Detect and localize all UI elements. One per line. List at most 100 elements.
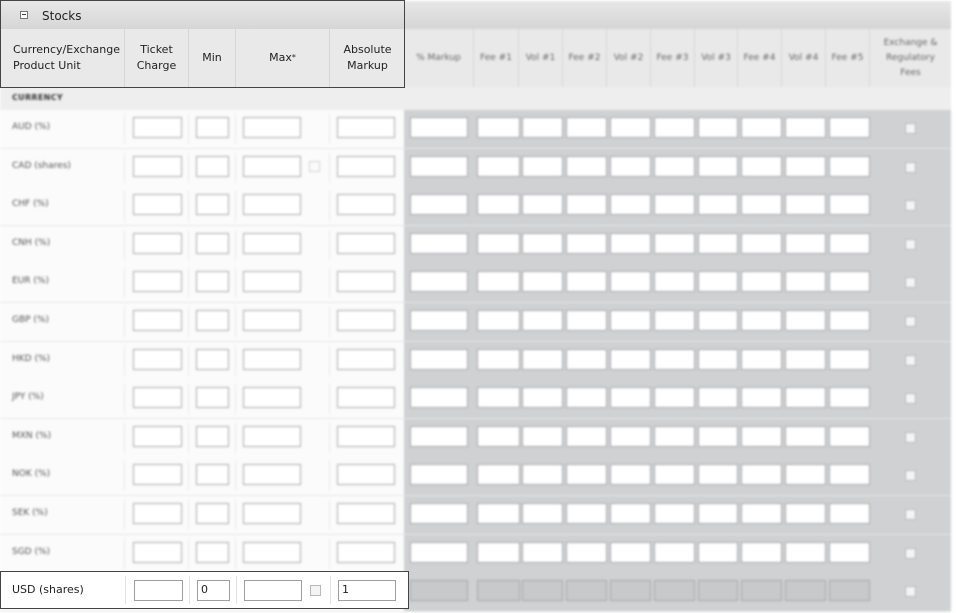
exchange-fees-checkbox[interactable] — [905, 432, 916, 443]
exchange-fees-checkbox[interactable] — [905, 239, 916, 250]
fee-vol-input[interactable] — [698, 426, 738, 447]
usd-max-checkbox[interactable] — [310, 585, 321, 596]
fee-vol-input[interactable] — [610, 580, 651, 601]
min-input[interactable] — [196, 464, 229, 485]
percent-markup-input[interactable] — [410, 503, 468, 524]
fee-vol-input[interactable] — [829, 503, 870, 524]
fee-vol-input[interactable] — [477, 310, 520, 331]
absolute-markup-input[interactable] — [337, 310, 395, 331]
fee-vol-input[interactable] — [698, 464, 738, 485]
exchange-fees-checkbox[interactable] — [905, 355, 916, 366]
fee-vol-input[interactable] — [741, 310, 782, 331]
fee-vol-input[interactable] — [785, 233, 826, 254]
fee-vol-input[interactable] — [566, 271, 607, 292]
fee-vol-input[interactable] — [741, 349, 782, 370]
ticket-charge-input[interactable] — [133, 117, 182, 138]
fee-vol-input[interactable] — [829, 156, 870, 177]
fee-vol-input[interactable] — [829, 117, 870, 138]
fee-vol-input[interactable] — [610, 233, 651, 254]
fee-vol-input[interactable] — [654, 117, 695, 138]
fee-vol-input[interactable] — [698, 310, 738, 331]
fee-vol-input[interactable] — [477, 117, 520, 138]
fee-vol-input[interactable] — [610, 503, 651, 524]
fee-vol-input[interactable] — [566, 464, 607, 485]
fee-vol-input[interactable] — [698, 580, 738, 601]
fee-vol-input[interactable] — [698, 503, 738, 524]
ticket-charge-input[interactable] — [133, 271, 182, 292]
absolute-markup-input[interactable] — [337, 194, 395, 215]
fee-vol-input[interactable] — [785, 349, 826, 370]
max-input[interactable] — [243, 310, 301, 331]
fee-vol-input[interactable] — [522, 271, 563, 292]
percent-markup-input[interactable] — [410, 464, 468, 485]
fee-vol-input[interactable] — [741, 503, 782, 524]
fee-vol-input[interactable] — [610, 387, 651, 408]
percent-markup-input[interactable] — [410, 233, 468, 254]
fee-vol-input[interactable] — [654, 233, 695, 254]
max-input[interactable] — [243, 117, 301, 138]
max-checkbox[interactable] — [309, 161, 320, 172]
max-input[interactable] — [243, 233, 301, 254]
exchange-fees-checkbox[interactable] — [905, 586, 916, 597]
fee-vol-input[interactable] — [522, 310, 563, 331]
fee-vol-input[interactable] — [829, 194, 870, 215]
absolute-markup-input[interactable] — [337, 464, 395, 485]
fee-vol-input[interactable] — [477, 580, 520, 601]
fee-vol-input[interactable] — [741, 117, 782, 138]
fee-vol-input[interactable] — [522, 426, 563, 447]
fee-vol-input[interactable] — [477, 233, 520, 254]
usd-absolute-markup-input[interactable]: 1 — [338, 580, 396, 601]
fee-vol-input[interactable] — [741, 464, 782, 485]
max-input[interactable] — [243, 349, 301, 370]
fee-vol-input[interactable] — [829, 310, 870, 331]
fee-vol-input[interactable] — [741, 194, 782, 215]
fee-vol-input[interactable] — [829, 271, 870, 292]
fee-vol-input[interactable] — [698, 387, 738, 408]
fee-vol-input[interactable] — [829, 464, 870, 485]
min-input[interactable] — [196, 426, 229, 447]
max-input[interactable] — [243, 387, 301, 408]
ticket-charge-input[interactable] — [133, 156, 182, 177]
fee-vol-input[interactable] — [785, 271, 826, 292]
fee-vol-input[interactable] — [829, 387, 870, 408]
fee-vol-input[interactable] — [566, 233, 607, 254]
fee-vol-input[interactable] — [698, 349, 738, 370]
usd-max-input[interactable] — [244, 580, 302, 601]
fee-vol-input[interactable] — [785, 156, 826, 177]
absolute-markup-input[interactable] — [337, 233, 395, 254]
fee-vol-input[interactable] — [610, 310, 651, 331]
fee-vol-input[interactable] — [654, 503, 695, 524]
fee-vol-input[interactable] — [522, 156, 563, 177]
fee-vol-input[interactable] — [566, 310, 607, 331]
fee-vol-input[interactable] — [654, 580, 695, 601]
fee-vol-input[interactable] — [785, 426, 826, 447]
ticket-charge-input[interactable] — [133, 464, 182, 485]
ticket-charge-input[interactable] — [133, 542, 182, 563]
percent-markup-input[interactable] — [410, 349, 468, 370]
fee-vol-input[interactable] — [741, 233, 782, 254]
fee-vol-input[interactable] — [654, 349, 695, 370]
fee-vol-input[interactable] — [785, 464, 826, 485]
ticket-charge-input[interactable] — [133, 349, 182, 370]
exchange-fees-checkbox[interactable] — [905, 123, 916, 134]
min-input[interactable] — [196, 387, 229, 408]
max-input[interactable] — [243, 271, 301, 292]
min-input[interactable] — [196, 310, 229, 331]
percent-markup-input[interactable] — [410, 580, 468, 601]
fee-vol-input[interactable] — [477, 194, 520, 215]
fee-vol-input[interactable] — [654, 194, 695, 215]
fee-vol-input[interactable] — [829, 349, 870, 370]
fee-vol-input[interactable] — [829, 426, 870, 447]
fee-vol-input[interactable] — [522, 464, 563, 485]
min-input[interactable] — [196, 349, 229, 370]
max-input[interactable] — [243, 194, 301, 215]
fee-vol-input[interactable] — [741, 156, 782, 177]
absolute-markup-input[interactable] — [337, 271, 395, 292]
percent-markup-input[interactable] — [410, 271, 468, 292]
fee-vol-input[interactable] — [566, 387, 607, 408]
fee-vol-input[interactable] — [741, 271, 782, 292]
exchange-fees-checkbox[interactable] — [905, 470, 916, 481]
ticket-charge-input[interactable] — [133, 233, 182, 254]
fee-vol-input[interactable] — [741, 387, 782, 408]
fee-vol-input[interactable] — [566, 580, 607, 601]
